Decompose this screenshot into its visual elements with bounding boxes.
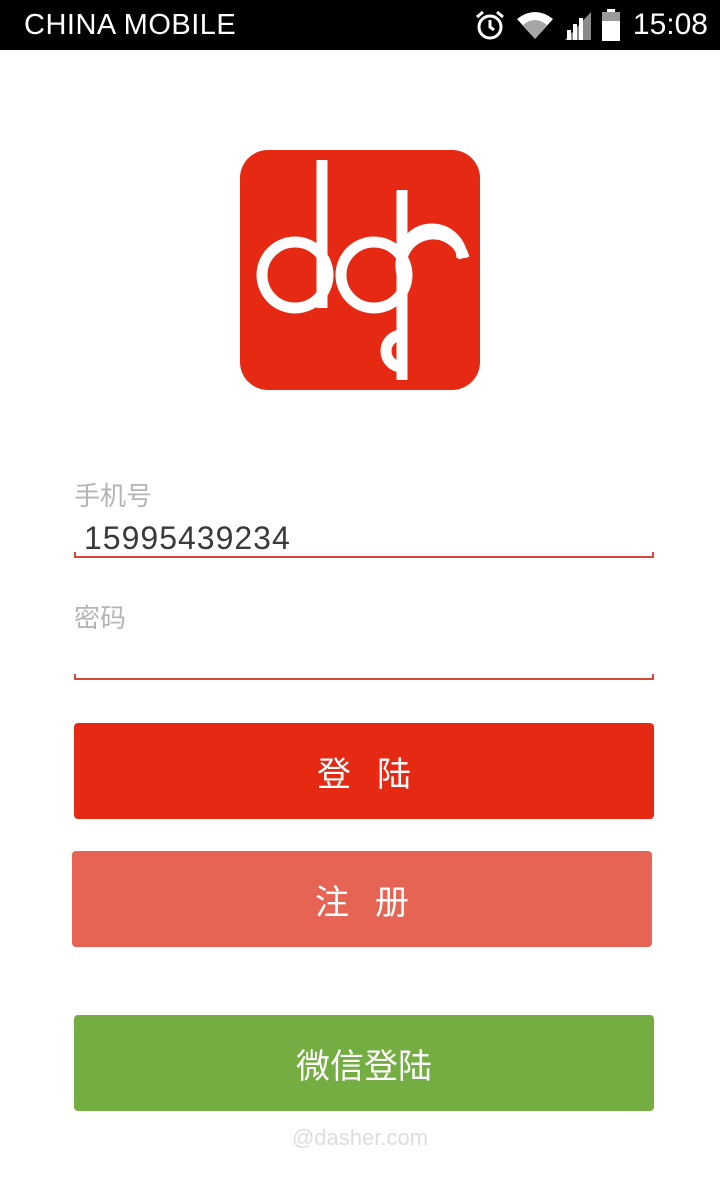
password-underline — [74, 674, 654, 680]
password-label: 密码 — [74, 604, 127, 634]
wechat-login-button[interactable]: 微信登陆 — [74, 1015, 654, 1111]
status-bar: CHINA MOBILE 15:08 — [0, 0, 720, 50]
alarm-icon — [473, 8, 507, 42]
clock: 15:08 — [632, 8, 708, 41]
login-button[interactable]: 登陆 — [74, 723, 654, 819]
status-icons: 15:08 — [473, 6, 708, 44]
password-field[interactable]: 密码 — [74, 594, 654, 684]
phone-label: 手机号 — [74, 482, 153, 512]
register-button[interactable]: 注册 — [72, 851, 652, 947]
ddr-logo-icon — [240, 150, 480, 390]
phone-field[interactable]: 手机号 15995439234 — [74, 472, 654, 562]
phone-underline — [74, 552, 654, 558]
battery-icon — [601, 8, 621, 42]
watermark: @dasher.com — [291, 1125, 429, 1150]
carrier-name: CHINA MOBILE — [24, 9, 237, 41]
signal-icon — [563, 8, 593, 42]
wifi-icon — [515, 9, 555, 41]
